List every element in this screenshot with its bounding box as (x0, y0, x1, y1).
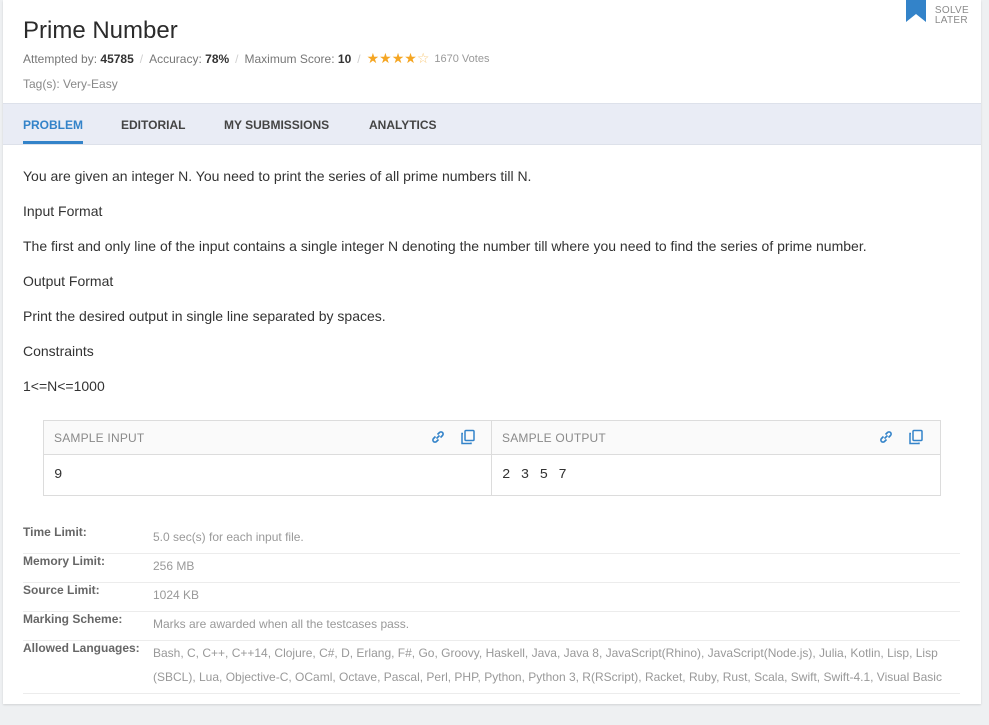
problem-tags: Tag(s): Very-Easy (23, 77, 118, 91)
rating-stars[interactable]: ★★★★☆ (367, 50, 430, 67)
problem-header: Prime Number Attempted by: 45785 / Accur… (3, 0, 981, 102)
copy-icon[interactable] (907, 428, 925, 446)
attempted-value: 45785 (100, 51, 134, 66)
input-format-text: The first and only line of the input con… (23, 238, 867, 254)
statement-text: You are given an integer N. You need to … (23, 168, 532, 184)
solve-later-button[interactable]: SOLVE LATER (905, 0, 969, 26)
max-score-label: Maximum Score: (244, 51, 335, 66)
star-filled-icon[interactable]: ★ (379, 50, 392, 66)
star-filled-icon[interactable]: ★ (367, 50, 380, 66)
bookmark-icon (905, 0, 926, 22)
tab-analytics[interactable]: ANALYTICS (369, 104, 437, 144)
tab-problem[interactable]: PROBLEM (23, 104, 83, 144)
votes-count: 1670 Votes (434, 52, 490, 65)
star-empty-icon[interactable]: ☆ (417, 50, 430, 66)
sample-input-panel: SAMPLE INPUT 9 (44, 421, 492, 495)
limit-key: Marking Scheme: (23, 612, 123, 626)
limits-table: Time Limit: 5.0 sec(s) for each input fi… (23, 525, 960, 694)
limit-value: Bash, C, C++, C++14, Clojure, C#, D, Erl… (153, 646, 942, 684)
problem-card: Prime Number Attempted by: 45785 / Accur… (3, 0, 981, 704)
limit-key: Source Limit: (23, 583, 100, 597)
tab-my-submissions[interactable]: MY SUBMISSIONS (224, 104, 329, 144)
limit-key: Time Limit: (23, 525, 87, 539)
page-title: Prime Number (23, 17, 178, 44)
sample-input-label: SAMPLE INPUT (54, 431, 145, 445)
tab-bar: PROBLEM EDITORIAL MY SUBMISSIONS ANALYTI… (3, 103, 981, 145)
max-score-value: 10 (337, 51, 352, 66)
sample-output-label: SAMPLE OUTPUT (502, 431, 606, 445)
attempted-label: Attempted by: (23, 51, 98, 66)
sample-input-value: 9 (54, 467, 63, 483)
tab-editorial[interactable]: EDITORIAL (121, 104, 185, 144)
problem-stats: Attempted by: 45785 / Accuracy: 78% / Ma… (23, 50, 490, 67)
star-filled-icon[interactable]: ★ (392, 50, 405, 66)
output-format-text: Print the desired output in single line … (23, 308, 386, 324)
output-format-heading: Output Format (23, 273, 114, 289)
sample-io-box: SAMPLE INPUT 9 SAMPLE OUTPUT 2 3 5 7 (43, 420, 941, 496)
link-icon[interactable] (429, 428, 447, 446)
link-icon[interactable] (877, 428, 895, 446)
sample-output-value: 2 3 5 7 (502, 467, 568, 483)
sample-output-panel: SAMPLE OUTPUT 2 3 5 7 (492, 421, 940, 495)
input-format-heading: Input Format (23, 203, 103, 219)
constraints-heading: Constraints (23, 343, 94, 359)
limit-key: Allowed Languages: (23, 641, 140, 655)
solve-later-label: SOLVE LATER (934, 5, 969, 26)
limit-row: Allowed Languages: Bash, C, C++, C++14, … (23, 635, 960, 694)
copy-icon[interactable] (459, 428, 477, 446)
limit-key: Memory Limit: (23, 554, 106, 568)
accuracy-value: 78% (205, 51, 230, 66)
constraints-text: 1<=N<=1000 (23, 378, 105, 394)
star-filled-icon[interactable]: ★ (404, 50, 417, 66)
accuracy-label: Accuracy: (149, 51, 202, 66)
